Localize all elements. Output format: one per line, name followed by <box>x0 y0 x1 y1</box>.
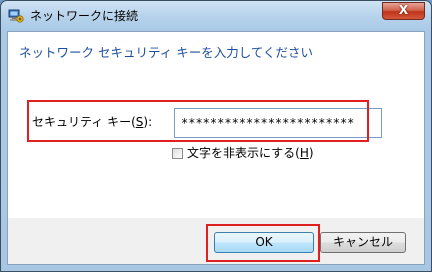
hide-characters-option[interactable]: 文字を非表示にする(H) <box>172 146 314 160</box>
close-button[interactable]: X <box>382 2 425 20</box>
hide-characters-checkbox[interactable] <box>172 148 183 159</box>
hide-characters-label: 文字を非表示にする(H) <box>187 146 314 160</box>
close-icon: X <box>398 3 409 17</box>
security-key-input[interactable] <box>174 108 382 138</box>
title-bar[interactable]: ネットワークに接続 X <box>1 1 431 31</box>
dialog-client-area: ネットワーク セキュリティ キーを入力してください セキュリティ キー(S): … <box>7 31 425 265</box>
instruction-heading: ネットワーク セキュリティ キーを入力してください <box>19 45 313 60</box>
security-key-label: セキュリティ キー(S): <box>32 115 153 129</box>
network-connect-icon <box>8 9 24 23</box>
window-title: ネットワークに接続 <box>30 9 139 23</box>
dialog-window: ネットワークに接続 X ネットワーク セキュリティ キーを入力してください セキ… <box>0 0 432 272</box>
ok-button[interactable]: OK <box>214 232 314 253</box>
content-panel: ネットワーク セキュリティ キーを入力してください セキュリティ キー(S): … <box>8 32 424 218</box>
cancel-button[interactable]: キャンセル <box>320 232 406 253</box>
